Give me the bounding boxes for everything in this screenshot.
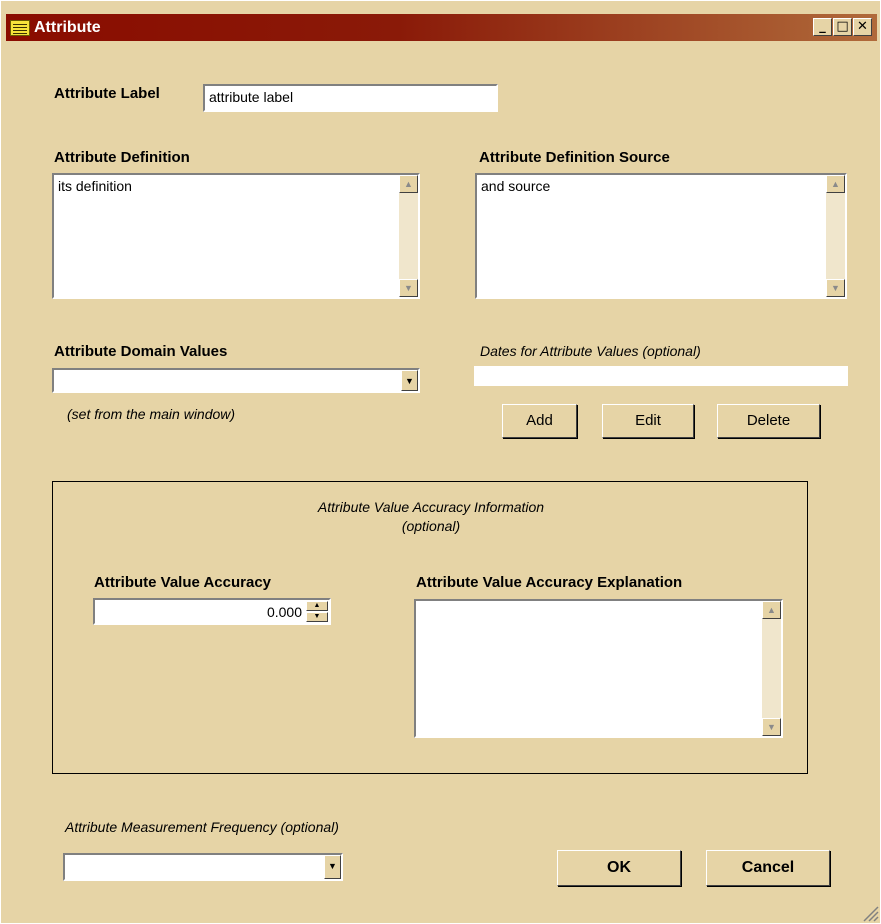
spin-down-arrow-icon[interactable]: ▼ bbox=[306, 612, 328, 622]
dropdown-arrow-icon[interactable]: ▼ bbox=[401, 370, 418, 391]
attribute-label-caption: Attribute Label bbox=[54, 85, 160, 102]
cancel-button[interactable]: Cancel bbox=[706, 850, 830, 886]
attribute-definition-caption: Attribute Definition bbox=[54, 149, 190, 166]
spin-up-arrow-icon[interactable]: ▲ bbox=[306, 601, 328, 611]
dates-input[interactable] bbox=[474, 366, 848, 386]
window-title: Attribute bbox=[34, 19, 101, 36]
add-button[interactable]: Add bbox=[502, 404, 577, 438]
attribute-definition-textarea[interactable]: its definition ▲ ▼ bbox=[52, 173, 420, 299]
scroll-down-arrow-icon[interactable]: ▼ bbox=[826, 279, 845, 297]
accuracy-explanation-caption: Attribute Value Accuracy Explanation bbox=[416, 574, 683, 591]
delete-button[interactable]: Delete bbox=[717, 404, 820, 438]
attribute-domain-values-caption: Attribute Domain Values bbox=[54, 343, 228, 360]
attribute-definition-value: its definition bbox=[58, 178, 132, 194]
resize-grip-icon[interactable] bbox=[861, 904, 879, 922]
attribute-label-value: attribute label bbox=[209, 89, 294, 105]
attribute-value-accuracy-value: 0.000 bbox=[266, 604, 302, 620]
scroll-up-arrow-icon[interactable]: ▲ bbox=[399, 175, 418, 193]
maximize-button[interactable]: □ bbox=[833, 18, 852, 36]
ok-button[interactable]: OK bbox=[557, 850, 681, 886]
attribute-definition-source-textarea[interactable]: and source ▲ ▼ bbox=[475, 173, 847, 299]
accuracy-group-title: Attribute Value Accuracy Information bbox=[317, 499, 545, 515]
close-button[interactable]: ✕ bbox=[853, 18, 872, 36]
attribute-window: Attribute _ □ ✕ Attribute Label attribut… bbox=[0, 0, 881, 924]
domain-values-note: (set from the main window) bbox=[67, 406, 236, 422]
attribute-definition-source-value: and source bbox=[481, 178, 551, 194]
definition-source-scrollbar[interactable]: ▲ ▼ bbox=[826, 175, 845, 297]
edit-button[interactable]: Edit bbox=[602, 404, 694, 438]
measurement-frequency-caption: Attribute Measurement Frequency (optiona… bbox=[65, 819, 339, 835]
scroll-down-arrow-icon[interactable]: ▼ bbox=[399, 279, 418, 297]
definition-scrollbar[interactable]: ▲ ▼ bbox=[399, 175, 418, 297]
explanation-scrollbar[interactable]: ▲ ▼ bbox=[762, 601, 781, 736]
attribute-value-accuracy-spinner[interactable]: 0.000 ▲ ▼ bbox=[93, 598, 331, 625]
scroll-down-arrow-icon[interactable]: ▼ bbox=[762, 718, 781, 736]
measurement-frequency-dropdown[interactable]: ▼ bbox=[63, 853, 343, 881]
minimize-button[interactable]: _ bbox=[813, 18, 832, 36]
attribute-label-input[interactable]: attribute label bbox=[203, 84, 498, 112]
title-bar[interactable]: Attribute _ □ ✕ bbox=[6, 14, 877, 41]
accuracy-group-optional: (optional) bbox=[401, 518, 461, 534]
attribute-definition-source-caption: Attribute Definition Source bbox=[479, 149, 670, 166]
attribute-domain-values-dropdown[interactable]: ▼ bbox=[52, 368, 420, 393]
dates-caption: Dates for Attribute Values (optional) bbox=[480, 343, 701, 359]
attribute-value-accuracy-caption: Attribute Value Accuracy bbox=[94, 574, 272, 591]
scroll-up-arrow-icon[interactable]: ▲ bbox=[762, 601, 781, 619]
dropdown-arrow-icon[interactable]: ▼ bbox=[324, 855, 341, 879]
accuracy-group-box: Attribute Value Accuracy Information (op… bbox=[52, 481, 808, 774]
form-icon bbox=[10, 20, 30, 36]
accuracy-explanation-textarea[interactable]: ▲ ▼ bbox=[414, 599, 783, 738]
scroll-up-arrow-icon[interactable]: ▲ bbox=[826, 175, 845, 193]
